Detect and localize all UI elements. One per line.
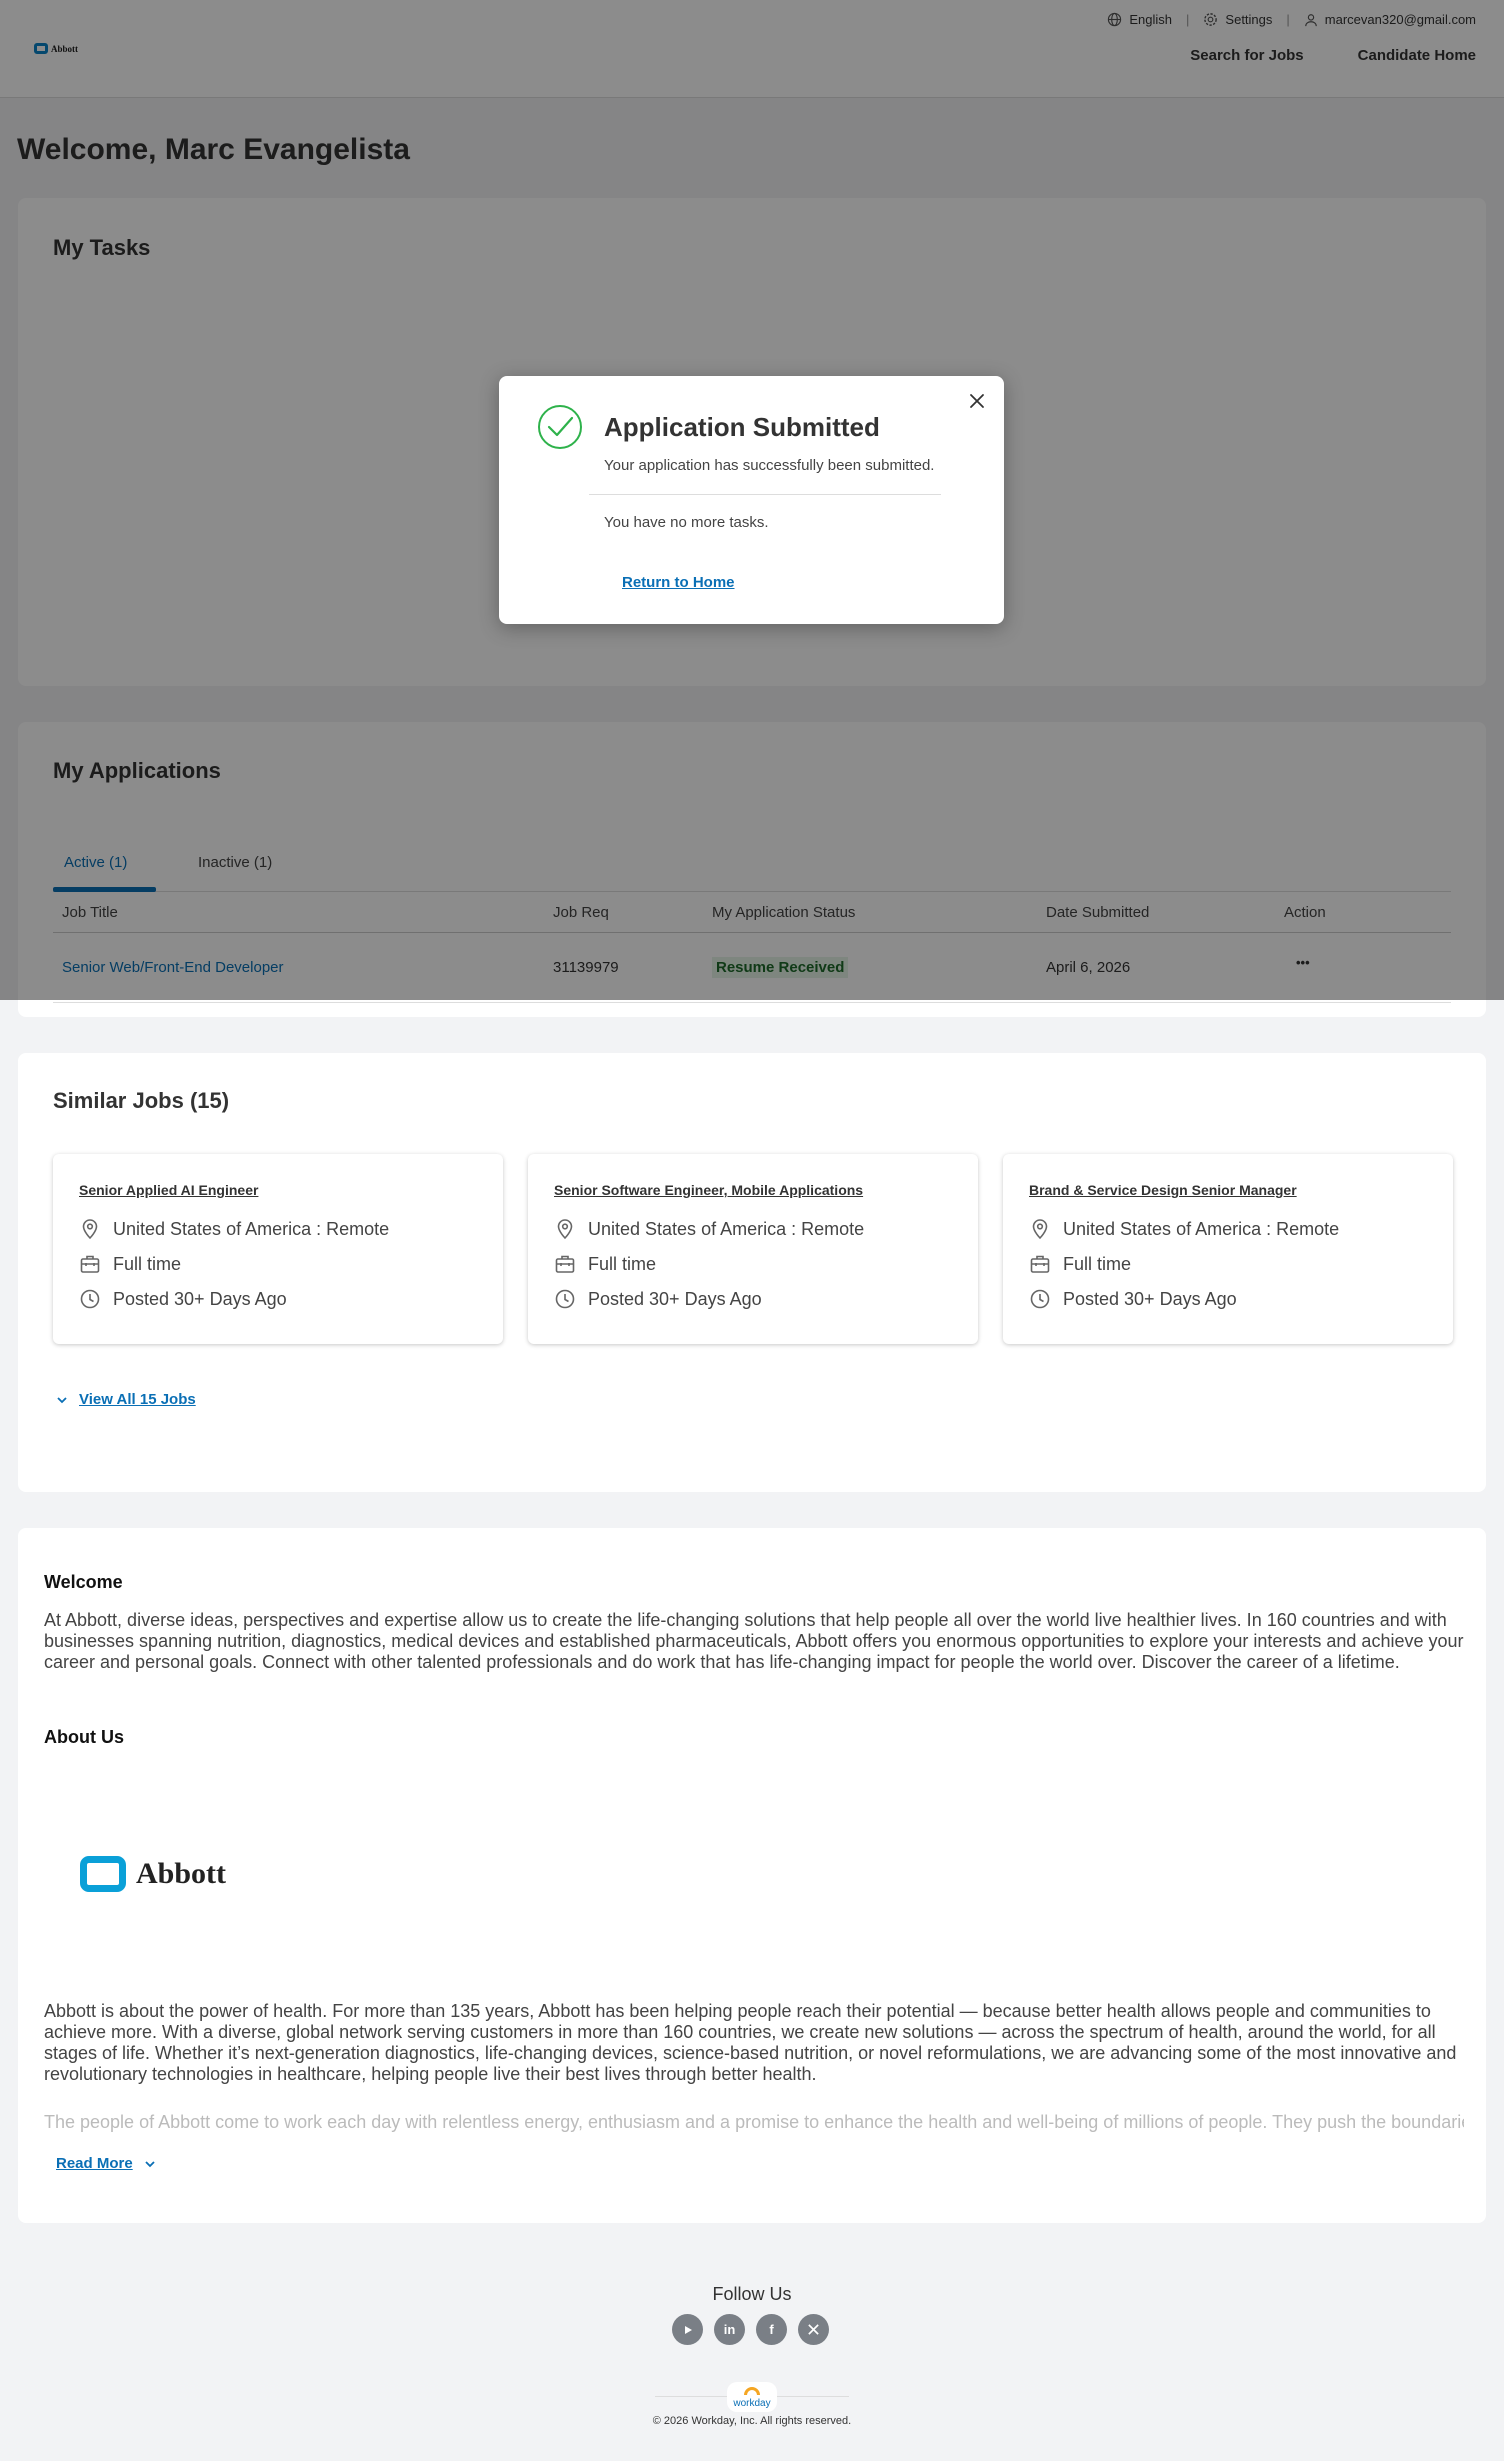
x-icon[interactable] <box>798 2314 829 2345</box>
job-card-title[interactable]: Brand & Service Design Senior Manager <box>1029 1182 1297 1198</box>
chevron-down-icon <box>57 1396 67 1403</box>
job-type: Full time <box>79 1253 181 1275</box>
read-more-button[interactable]: Read More <box>56 2155 157 2172</box>
job-card[interactable]: Senior Applied AI Engineer United States… <box>53 1154 503 1344</box>
briefcase-icon <box>555 1255 575 1273</box>
workday-arc-icon <box>744 2387 760 2395</box>
job-card-title[interactable]: Senior Applied AI Engineer <box>79 1182 258 1198</box>
job-card[interactable]: Brand & Service Design Senior Manager Un… <box>1003 1154 1453 1344</box>
location-pin-icon <box>1032 1219 1048 1240</box>
abbott-mark-icon <box>80 1856 126 1892</box>
copyright-text: © 2026 Workday, Inc. All rights reserved… <box>652 2415 852 2427</box>
return-home-link[interactable]: Return to Home <box>622 574 735 591</box>
briefcase-icon <box>1030 1255 1050 1273</box>
follow-us-label: Follow Us <box>712 2284 792 2304</box>
about-card: Welcome At Abbott, diverse ideas, perspe… <box>18 1528 1486 2223</box>
welcome-text: At Abbott, diverse ideas, perspectives a… <box>44 1610 1464 1672</box>
location-pin-icon <box>557 1219 573 1240</box>
youtube-icon[interactable] <box>672 2314 703 2345</box>
dialog-divider <box>589 494 941 495</box>
similar-jobs-card: Similar Jobs (15) Senior Applied AI Engi… <box>18 1053 1486 1492</box>
check-circle-icon <box>538 405 582 449</box>
job-card-title[interactable]: Senior Software Engineer, Mobile Applica… <box>554 1182 863 1198</box>
similar-jobs-title: Similar Jobs (15) <box>53 1088 230 1113</box>
job-type: Full time <box>554 1253 656 1275</box>
job-location: United States of America : Remote <box>79 1218 389 1240</box>
clock-icon <box>1030 1289 1050 1309</box>
no-tasks-text: You have no more tasks. <box>604 514 769 531</box>
workday-logo: workday <box>727 2382 777 2412</box>
job-posted: Posted 30+ Days Ago <box>554 1288 762 1310</box>
abbott-brand-logo: Abbott <box>80 1856 226 1892</box>
clock-icon <box>80 1289 100 1309</box>
job-posted: Posted 30+ Days Ago <box>1029 1288 1237 1310</box>
dialog-title: Application Submitted <box>604 412 880 442</box>
welcome-heading: Welcome <box>44 1572 123 1592</box>
briefcase-icon <box>80 1255 100 1273</box>
about-heading: About Us <box>44 1727 124 1747</box>
job-location: United States of America : Remote <box>1029 1218 1339 1240</box>
job-card[interactable]: Senior Software Engineer, Mobile Applica… <box>528 1154 978 1344</box>
dialog-subtitle: Your application has successfully been s… <box>604 457 935 474</box>
facebook-icon[interactable]: f <box>756 2314 787 2345</box>
social-links: in f <box>672 2314 829 2345</box>
application-submitted-dialog: Application Submitted Your application h… <box>499 376 1004 624</box>
job-type: Full time <box>1029 1253 1131 1275</box>
location-pin-icon <box>82 1219 98 1240</box>
about-text: Abbott is about the power of health. For… <box>44 2001 1457 2084</box>
linkedin-icon[interactable]: in <box>714 2314 745 2345</box>
chevron-down-icon <box>145 2160 155 2167</box>
job-posted: Posted 30+ Days Ago <box>79 1288 287 1310</box>
close-icon[interactable] <box>966 390 988 412</box>
job-location: United States of America : Remote <box>554 1218 864 1240</box>
view-all-jobs-link[interactable]: View All 15 Jobs <box>55 1391 196 1408</box>
about-text-faded: The people of Abbott come to work each d… <box>44 2112 1464 2132</box>
clock-icon <box>555 1289 575 1309</box>
